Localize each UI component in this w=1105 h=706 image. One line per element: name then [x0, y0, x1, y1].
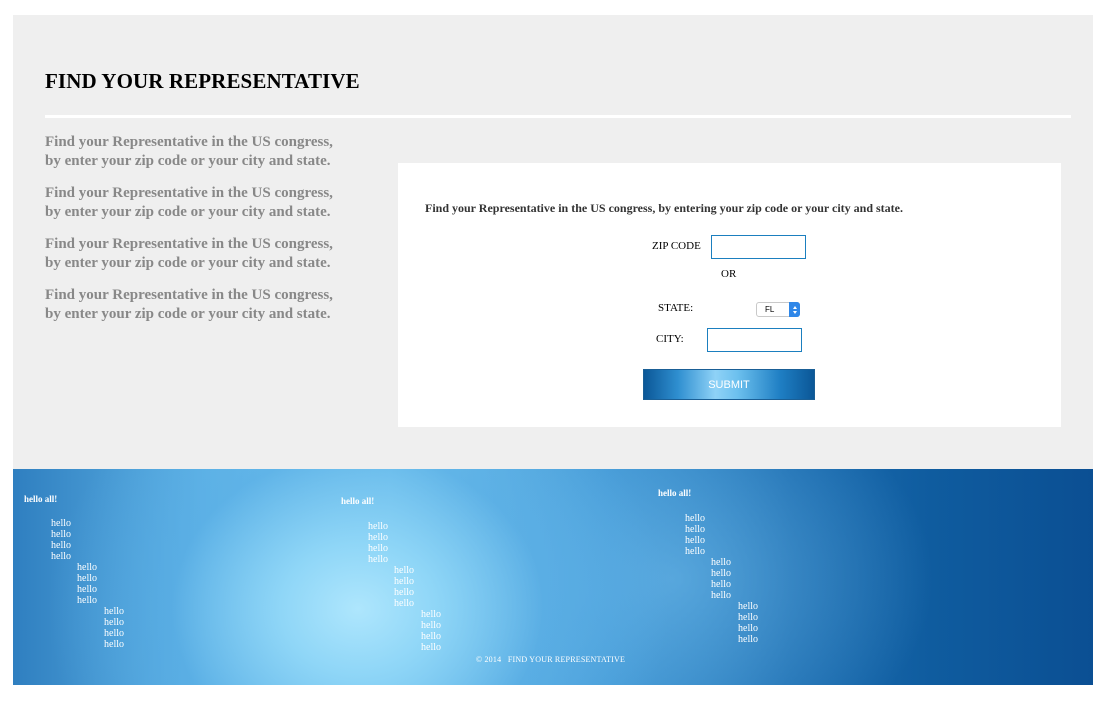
- state-select[interactable]: FL: [756, 302, 800, 317]
- copyright-name: FIND YOUR REPRESENTATIVE: [507, 655, 626, 664]
- footer-list-item: hello: [738, 612, 758, 623]
- footer-greeting: hello all!: [24, 494, 58, 504]
- footer-list-item: hello: [368, 521, 388, 532]
- footer-list-item: hello: [711, 557, 731, 568]
- footer-list-item: hello: [104, 639, 124, 650]
- state-label: STATE:: [658, 302, 694, 314]
- state-selected-value: FL: [765, 305, 775, 314]
- footer-list-item: hello: [51, 540, 71, 551]
- footer-list-item: hello: [421, 631, 441, 642]
- zip-code-label: ZIP CODE: [652, 240, 701, 252]
- footer-list-item: hello: [421, 620, 441, 631]
- footer-list-item: hello: [685, 546, 705, 557]
- footer: hello all! hello hello hello hello hello…: [13, 469, 1093, 685]
- footer-list-item: hello: [711, 579, 731, 590]
- blurb-line: Find your Representative in the US congr…: [45, 236, 333, 252]
- footer-list-item: hello: [51, 529, 71, 540]
- page-title: FIND YOUR REPRESENTATIVE: [45, 69, 360, 93]
- blurb-text: Find your Representative in the US congr…: [45, 133, 375, 171]
- footer-list-item: hello: [394, 576, 414, 587]
- footer-list-item: hello: [421, 642, 441, 653]
- blurb-line: Find your Representative in the US congr…: [45, 134, 333, 150]
- select-arrows-icon: [789, 302, 800, 317]
- blurb-line: Find your Representative in the US congr…: [45, 287, 333, 303]
- footer-list-item: hello: [711, 590, 731, 601]
- footer-list-item: hello: [77, 573, 97, 584]
- footer-list-item: hello: [104, 617, 124, 628]
- footer-list-item: hello: [738, 623, 758, 634]
- blurb-text: Find your Representative in the US congr…: [45, 286, 375, 324]
- form-intro: Find your Representative in the US congr…: [425, 201, 903, 215]
- footer-list-item: hello: [51, 551, 71, 562]
- blurb-line: by enter your zip code or your city and …: [45, 204, 331, 220]
- footer-list-item: hello: [685, 513, 705, 524]
- blurb-text: Find your Representative in the US congr…: [45, 184, 375, 222]
- footer-list-item: hello: [711, 568, 731, 579]
- footer-list-item: hello: [368, 554, 388, 565]
- blurb-list: Find your Representative in the US congr…: [45, 133, 375, 337]
- blurb-line: Find your Representative in the US congr…: [45, 185, 333, 201]
- footer-list-item: hello: [394, 565, 414, 576]
- footer-list-item: hello: [77, 562, 97, 573]
- footer-greeting: hello all!: [341, 496, 375, 506]
- footer-list-item: hello: [394, 598, 414, 609]
- footer-list-item: hello: [104, 628, 124, 639]
- copyright-year: © 2014: [476, 655, 502, 664]
- footer-list-item: hello: [685, 524, 705, 535]
- blurb-line: by enter your zip code or your city and …: [45, 255, 331, 271]
- footer-list-item: hello: [738, 634, 758, 645]
- zip-code-input[interactable]: [711, 235, 806, 259]
- chevron-down-icon: [792, 310, 797, 314]
- blurb-line: by enter your zip code or your city and …: [45, 153, 331, 169]
- footer-list-item: hello: [104, 606, 124, 617]
- footer-list-item: hello: [51, 518, 71, 529]
- blurb-line: by enter your zip code or your city and …: [45, 306, 331, 322]
- footer-list-item: hello: [685, 535, 705, 546]
- footer-greeting: hello all!: [658, 488, 692, 498]
- blurb-text: Find your Representative in the US congr…: [45, 235, 375, 273]
- copyright: © 2014 FIND YOUR REPRESENTATIVE: [476, 655, 625, 664]
- representative-search-form: Find your Representative in the US congr…: [398, 163, 1061, 427]
- footer-list-item: hello: [421, 609, 441, 620]
- submit-button[interactable]: SUBMIT: [643, 369, 815, 400]
- footer-list-item: hello: [77, 584, 97, 595]
- chevron-up-icon: [792, 305, 797, 309]
- title-divider: [45, 115, 1071, 118]
- city-label: CITY:: [656, 333, 684, 345]
- footer-list-item: hello: [77, 595, 97, 606]
- main-panel: FIND YOUR REPRESENTATIVE Find your Repre…: [13, 15, 1093, 469]
- footer-list-item: hello: [368, 532, 388, 543]
- or-separator: OR: [721, 268, 737, 280]
- footer-list-item: hello: [738, 601, 758, 612]
- city-input[interactable]: [707, 328, 802, 352]
- footer-list-item: hello: [368, 543, 388, 554]
- footer-list-item: hello: [394, 587, 414, 598]
